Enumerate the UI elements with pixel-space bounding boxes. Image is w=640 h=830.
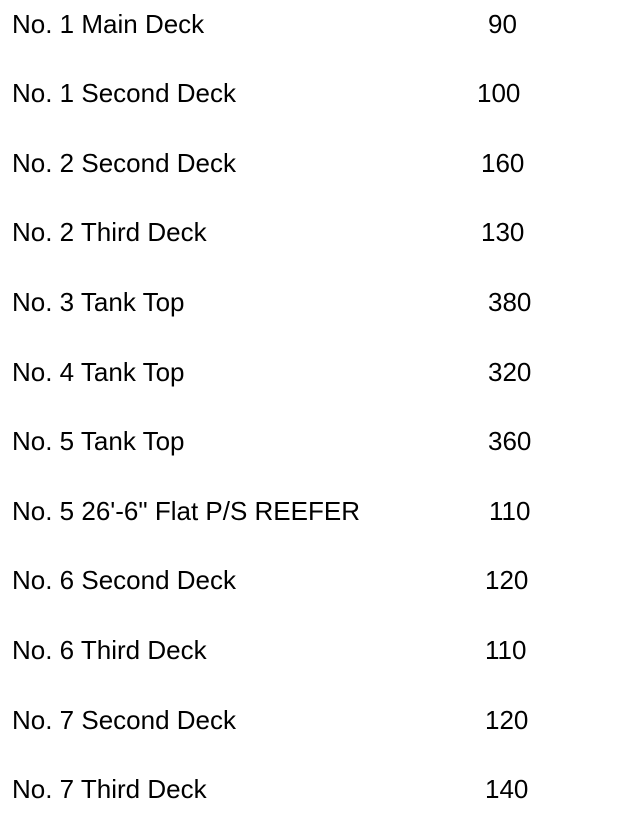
capacity-list: No. 1 Main Deck 90 No. 1 Second Deck 100… — [0, 0, 640, 830]
compartment-value: 130 — [481, 217, 525, 247]
compartment-label: No. 5 Tank Top — [12, 426, 185, 456]
list-item: No. 7 Second Deck 120 — [0, 700, 640, 740]
compartment-label: No. 1 Main Deck — [12, 9, 205, 39]
list-item: No. 5 Tank Top 360 — [0, 421, 640, 461]
list-item: No. 1 Main Deck 90 — [0, 4, 640, 44]
compartment-label: No. 2 Third Deck — [12, 217, 207, 247]
compartment-label: No. 1 Second Deck — [12, 78, 237, 108]
list-item: No. 6 Second Deck 120 — [0, 560, 640, 600]
list-item: No. 1 Second Deck 100 — [0, 73, 640, 113]
list-item: No. 6 Third Deck 110 — [0, 630, 640, 670]
compartment-value: 360 — [488, 426, 532, 456]
list-item: No. 7 Third Deck 140 — [0, 769, 640, 809]
compartment-label: No. 6 Third Deck — [12, 635, 207, 665]
compartment-value: 160 — [481, 148, 525, 178]
compartment-value: 140 — [485, 774, 529, 804]
compartment-value: 380 — [488, 287, 532, 317]
compartment-label: No. 3 Tank Top — [12, 287, 185, 317]
compartment-value: 120 — [485, 705, 529, 735]
list-item: No. 2 Second Deck 160 — [0, 143, 640, 183]
compartment-value: 100 — [477, 78, 521, 108]
list-item: No. 2 Third Deck 130 — [0, 212, 640, 252]
compartment-value: 320 — [488, 357, 532, 387]
compartment-value: 120 — [485, 565, 529, 595]
list-item: No. 4 Tank Top 320 — [0, 352, 640, 392]
compartment-label: No. 6 Second Deck — [12, 565, 237, 595]
compartment-label: No. 7 Second Deck — [12, 705, 237, 735]
compartment-value: 90 — [488, 9, 517, 39]
compartment-value: 110 — [489, 496, 531, 526]
list-item: No. 3 Tank Top 380 — [0, 282, 640, 322]
compartment-label: No. 4 Tank Top — [12, 357, 185, 387]
compartment-label: No. 2 Second Deck — [12, 148, 237, 178]
compartment-label: No. 5 26'-6" Flat P/S REEFER — [12, 496, 360, 526]
compartment-value: 110 — [485, 635, 527, 665]
list-item: No. 5 26'-6" Flat P/S REEFER 110 — [0, 491, 640, 531]
compartment-label: No. 7 Third Deck — [12, 774, 207, 804]
